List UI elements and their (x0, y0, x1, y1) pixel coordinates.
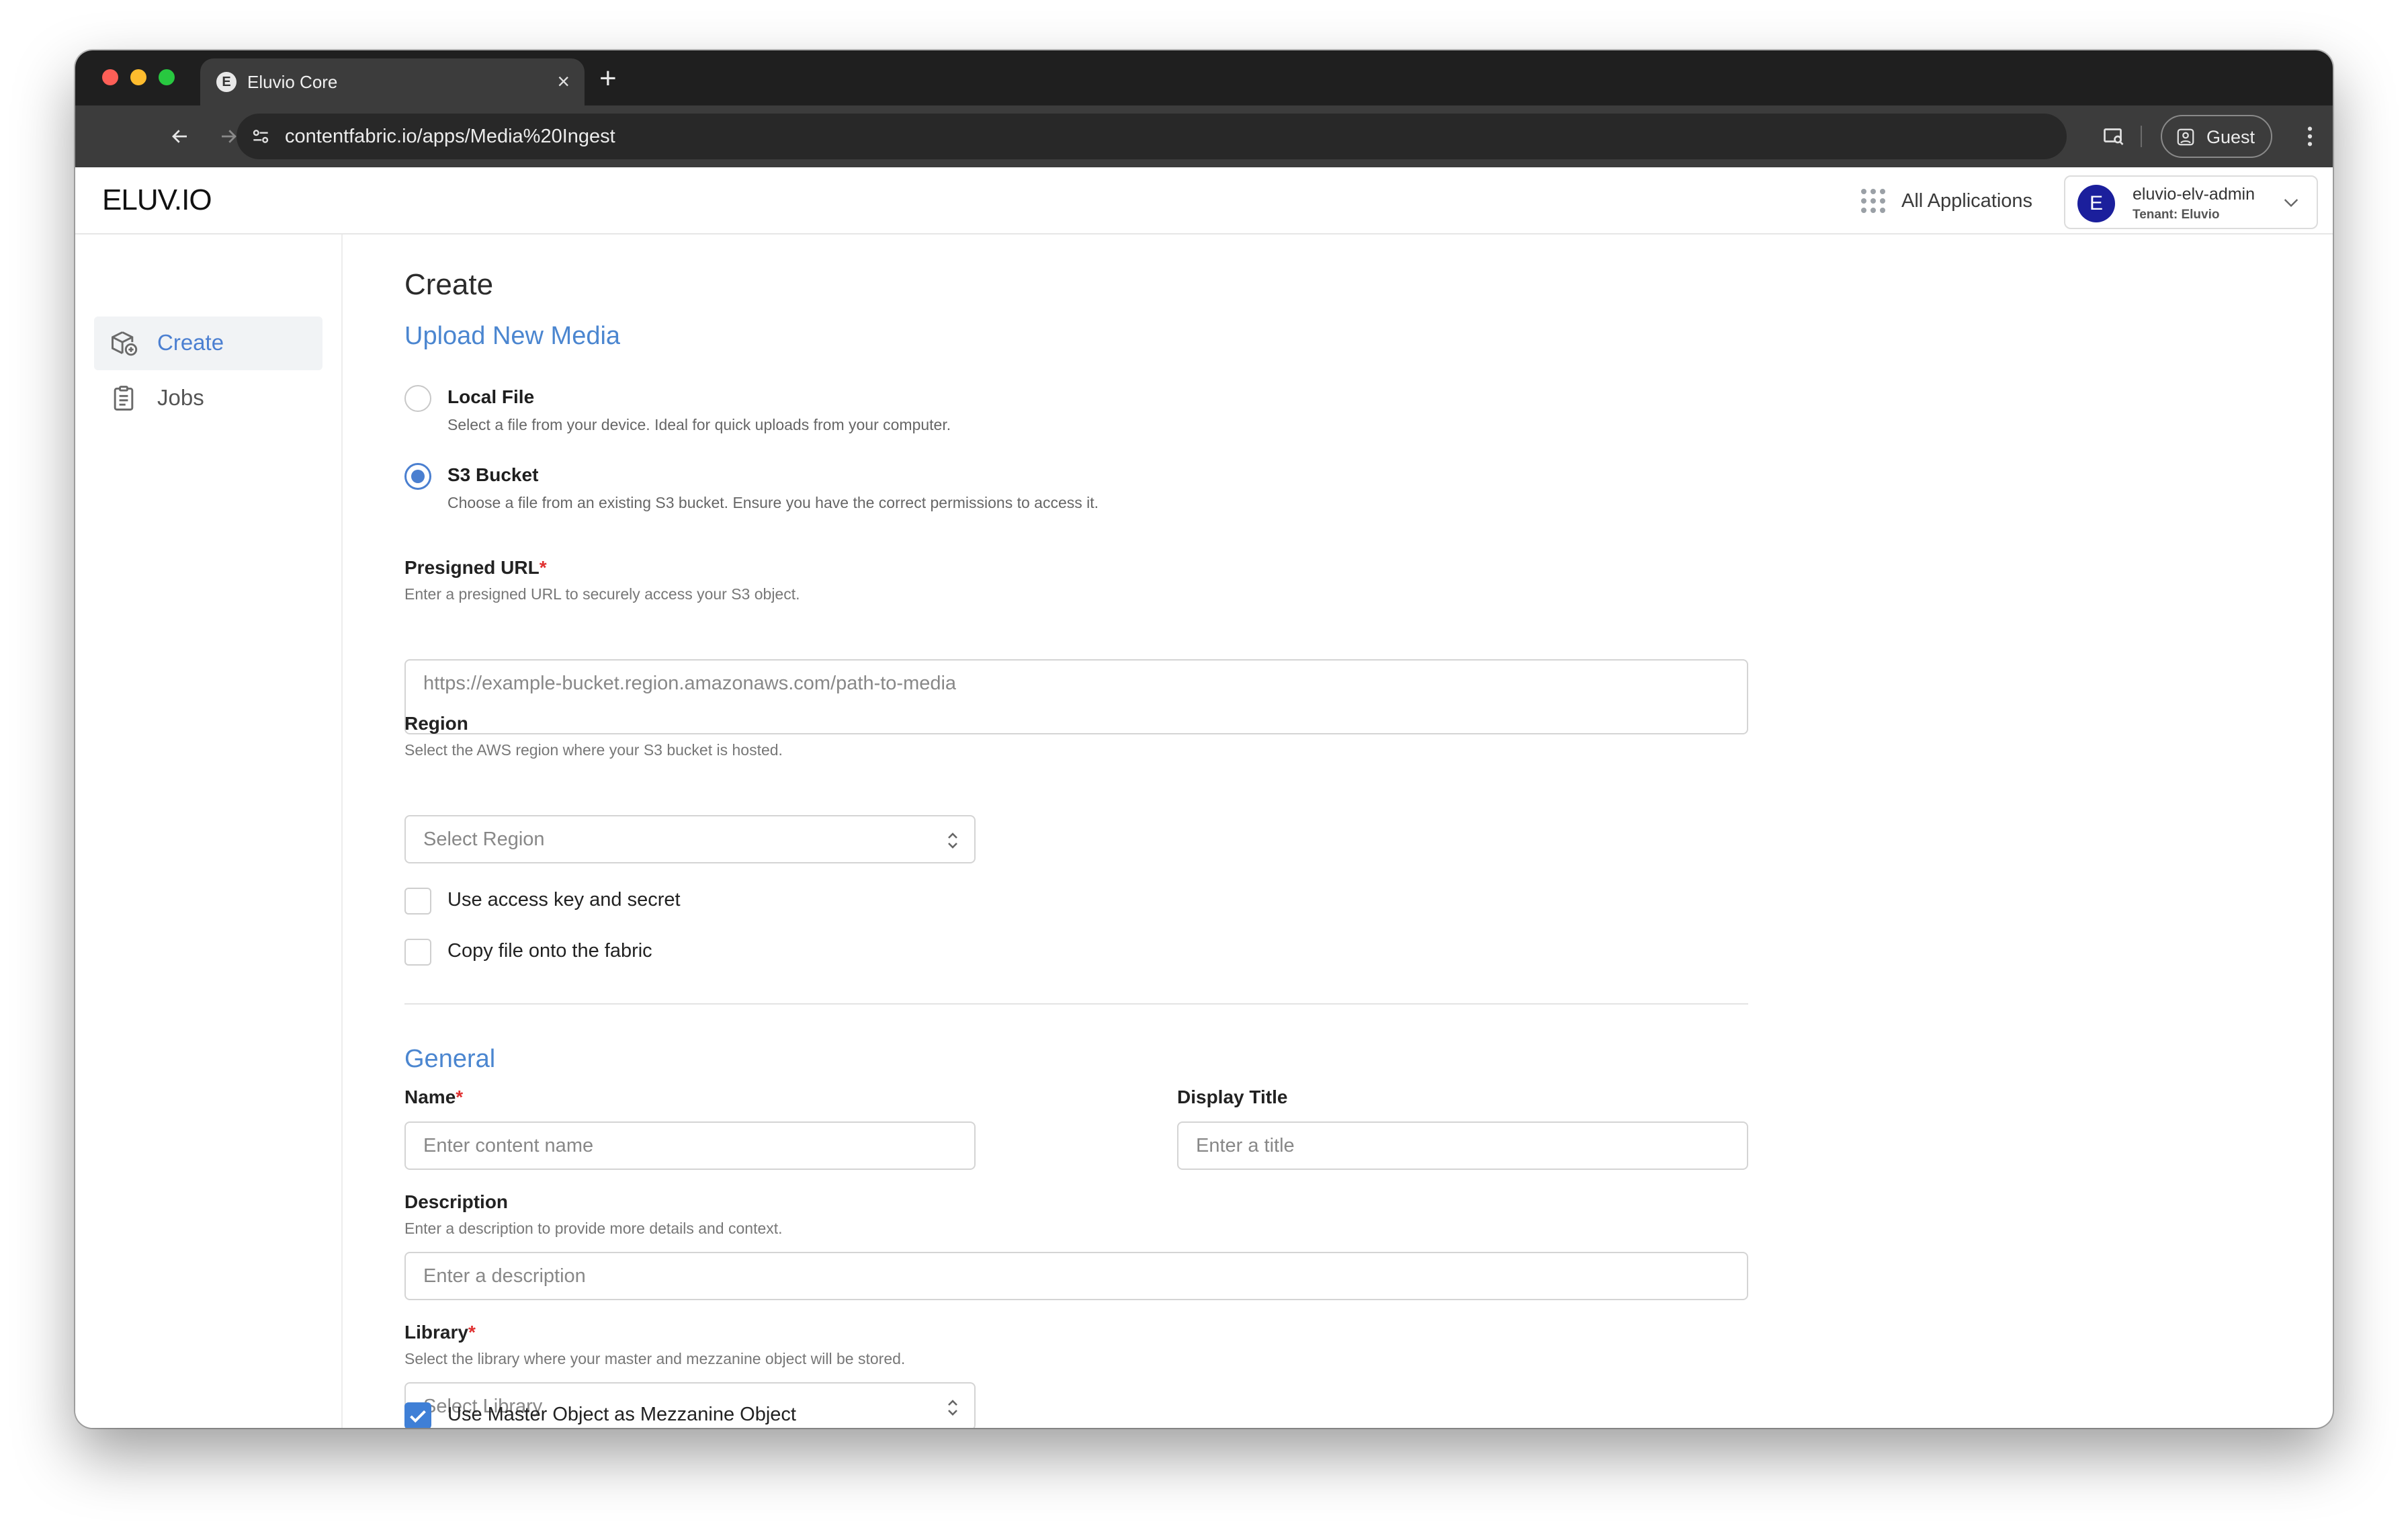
select-arrows-icon (946, 831, 959, 850)
name-input[interactable]: Enter content name (404, 1121, 976, 1170)
page-title: Create (404, 268, 494, 301)
use-access-key-checkbox[interactable] (404, 888, 431, 915)
s3-bucket-radio[interactable] (404, 463, 431, 490)
library-label: Library* (404, 1322, 476, 1343)
presigned-url-field[interactable]: https://example-bucket.region.amazonaws.… (404, 659, 1748, 734)
display-title-label: Display Title (1177, 1087, 1288, 1107)
select-arrows-icon (946, 1398, 959, 1417)
general-section-heading: General (404, 1045, 496, 1073)
browser-window: E Eluvio Core × + contentfabric.io/apps/… (75, 50, 2333, 1428)
app-header: ELUV.IO All Applications E eluvio-elv-ad… (75, 167, 2333, 235)
main-content: Create Upload New Media Local File Selec… (343, 235, 2333, 1428)
tab-close-icon[interactable]: × (557, 68, 570, 95)
region-select[interactable]: Select Region (404, 815, 976, 863)
clipboard-icon (109, 384, 138, 413)
presigned-url-placeholder: https://example-bucket.region.amazonaws.… (423, 673, 957, 694)
sidebar-item-label: Jobs (157, 385, 204, 410)
name-label: Name* (404, 1087, 463, 1108)
address-bar[interactable]: contentfabric.io/apps/Media%20Ingest (236, 114, 2067, 159)
sidebar-item-label: Create (157, 330, 224, 355)
tab-strip: E Eluvio Core × + (75, 50, 2333, 105)
browser-tab[interactable]: E Eluvio Core × (200, 58, 585, 105)
user-tenant: Tenant: Eluvio (2133, 208, 2220, 222)
sidebar-item-create[interactable]: Create (94, 316, 322, 370)
copy-file-label[interactable]: Copy file onto the fabric (447, 940, 652, 962)
close-window-button[interactable] (102, 69, 118, 85)
checkmark-icon (410, 1410, 426, 1423)
apps-grid-icon (1861, 189, 1885, 213)
section-divider (404, 1003, 1748, 1005)
sidebar-item-jobs[interactable]: Jobs (94, 372, 322, 425)
region-description: Select the AWS region where your S3 buck… (404, 741, 783, 759)
copy-file-checkbox[interactable] (404, 939, 431, 966)
tab-title: Eluvio Core (247, 72, 338, 92)
eluvio-logo[interactable]: ELUV.IO (102, 183, 212, 217)
create-box-icon (109, 329, 138, 358)
all-applications-label: All Applications (1901, 189, 2033, 212)
all-applications-button[interactable]: All Applications (1861, 183, 2032, 218)
name-placeholder: Enter content name (423, 1135, 594, 1156)
s3-bucket-label[interactable]: S3 Bucket (447, 464, 538, 486)
required-marker: * (468, 1322, 476, 1343)
library-description: Select the library where your master and… (404, 1350, 906, 1367)
profile-icon (2176, 127, 2196, 147)
s3-bucket-description: Choose a file from an existing S3 bucket… (447, 494, 1099, 511)
required-marker: * (456, 1087, 464, 1107)
description-help: Enter a description to provide more deta… (404, 1220, 783, 1237)
new-tab-button[interactable]: + (599, 62, 617, 95)
presigned-url-description: Enter a presigned URL to securely access… (404, 585, 800, 603)
description-input[interactable]: Enter a description (404, 1252, 1748, 1300)
master-as-mezzanine-label[interactable]: Use Master Object as Mezzanine Object (447, 1404, 796, 1426)
use-access-key-label[interactable]: Use access key and secret (447, 889, 681, 911)
toolbar-divider (2141, 126, 2142, 147)
region-placeholder: Select Region (423, 829, 545, 850)
user-menu[interactable]: E eluvio-elv-admin Tenant: Eluvio (2064, 175, 2318, 229)
presigned-url-label: Presigned URL* (404, 557, 547, 579)
chevron-down-icon (2280, 192, 2302, 213)
description-label: Description (404, 1191, 509, 1212)
sidebar: Create Jobs (75, 235, 343, 1428)
upload-section-heading: Upload New Media (404, 322, 621, 350)
avatar: E (2077, 185, 2115, 222)
display-title-placeholder: Enter a title (1196, 1135, 1295, 1156)
url-text: contentfabric.io/apps/Media%20Ingest (285, 126, 615, 147)
back-icon[interactable] (164, 120, 196, 153)
local-file-description: Select a file from your device. Ideal fo… (447, 416, 951, 433)
browser-menu-icon[interactable] (2294, 120, 2326, 153)
tab-search-icon[interactable] (2098, 120, 2130, 153)
zoom-window-button[interactable] (159, 69, 175, 85)
tab-favicon-icon: E (216, 72, 236, 92)
browser-toolbar: contentfabric.io/apps/Media%20Ingest Gue… (75, 105, 2333, 167)
local-file-label[interactable]: Local File (447, 386, 534, 408)
presigned-url-label-text: Presigned URL (404, 557, 540, 578)
site-settings-icon[interactable] (250, 126, 271, 147)
required-marker: * (539, 557, 547, 578)
local-file-radio[interactable] (404, 385, 431, 412)
region-label-text: Region (404, 713, 468, 734)
description-placeholder: Enter a description (423, 1265, 586, 1287)
master-as-mezzanine-checkbox[interactable] (404, 1402, 431, 1428)
profile-label: Guest (2206, 127, 2255, 147)
name-label-text: Name (404, 1087, 456, 1107)
library-label-text: Library (404, 1322, 468, 1343)
profile-button[interactable]: Guest (2161, 115, 2272, 158)
display-title-input[interactable]: Enter a title (1177, 1121, 1748, 1170)
minimize-window-button[interactable] (130, 69, 146, 85)
user-name: eluvio-elv-admin (2133, 185, 2255, 204)
